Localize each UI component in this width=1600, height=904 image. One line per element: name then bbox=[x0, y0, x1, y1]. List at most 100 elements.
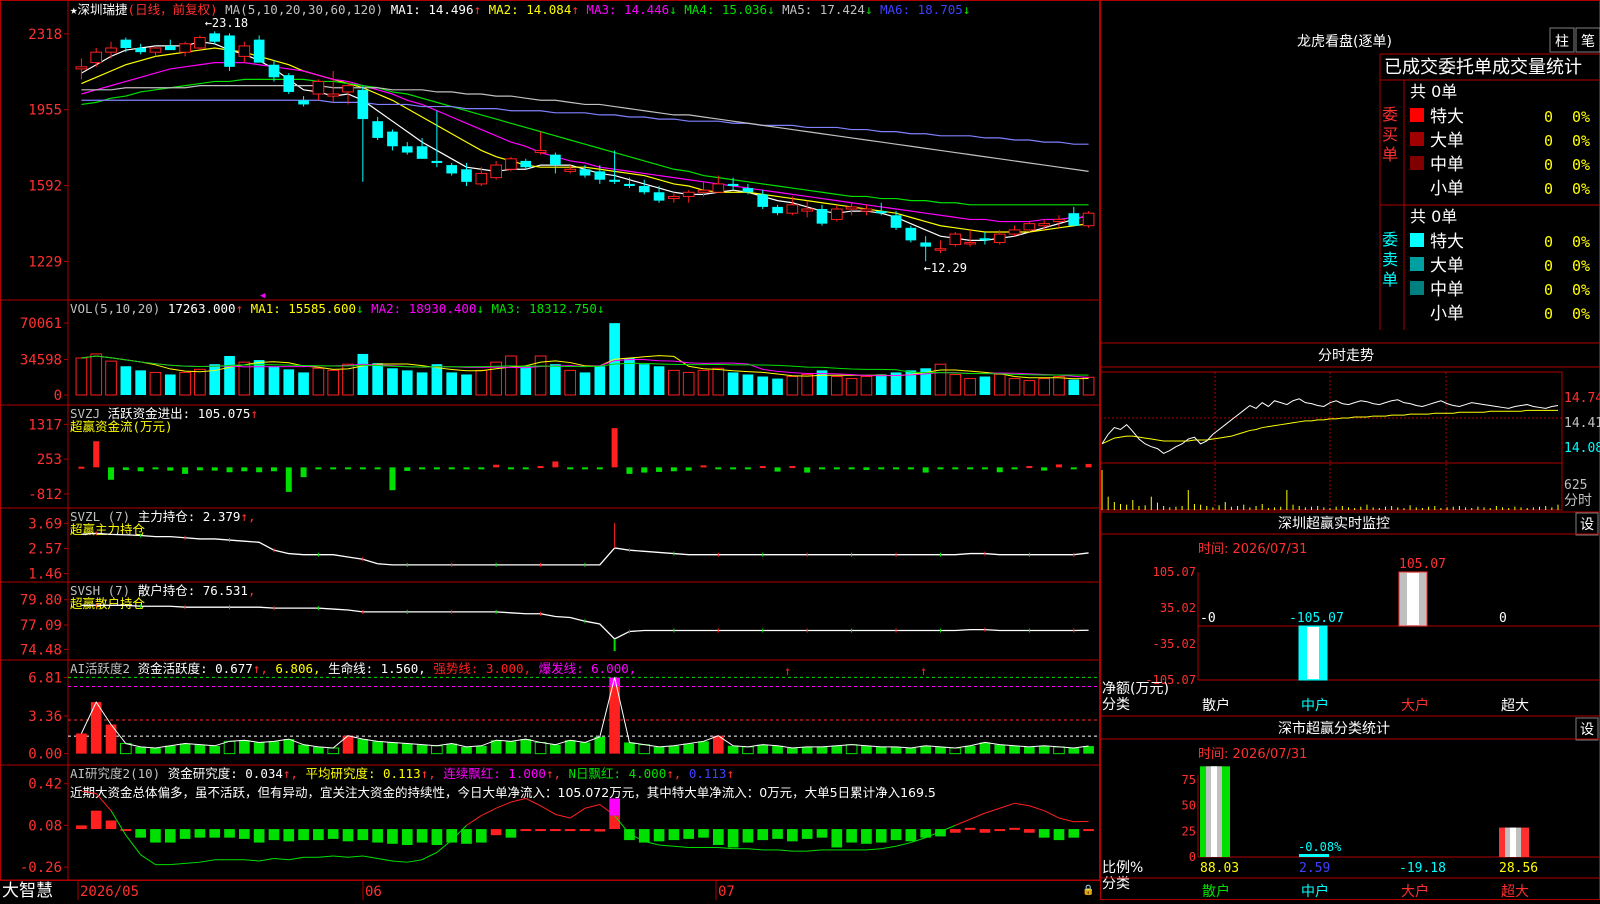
activity-bar bbox=[239, 740, 250, 753]
research-line bbox=[259, 859, 274, 861]
research-bar bbox=[491, 829, 502, 835]
candle-body bbox=[506, 159, 517, 169]
classify-ytick: 25 bbox=[1182, 824, 1196, 838]
indicator-arrow: ↓ bbox=[597, 301, 605, 316]
indicator-value: N日飘红: 4.000 bbox=[569, 766, 667, 781]
activity-bar bbox=[935, 747, 946, 754]
flow-bar bbox=[1086, 464, 1092, 467]
volume-bar bbox=[846, 379, 857, 395]
ma-line-4 bbox=[81, 79, 1088, 204]
activity-bar bbox=[802, 747, 813, 754]
indicator-arrow: ↑ bbox=[236, 301, 251, 316]
research-bar bbox=[387, 829, 398, 844]
flow-bar bbox=[404, 467, 410, 471]
y-tick-label: -0.26 bbox=[20, 860, 62, 876]
volume-bar bbox=[1024, 381, 1035, 395]
research-bar bbox=[506, 829, 517, 838]
bar-mode-label: 柱 bbox=[1555, 34, 1569, 50]
monitor-value: -105.07 bbox=[1289, 611, 1344, 626]
research-bar bbox=[609, 816, 620, 829]
candle-body bbox=[935, 249, 946, 251]
order-count: 0 bbox=[1544, 281, 1553, 299]
candle-body bbox=[950, 234, 961, 244]
order-type: 中单 bbox=[1430, 280, 1464, 300]
candle-body bbox=[891, 215, 902, 228]
flow-bar bbox=[508, 467, 514, 469]
research-line bbox=[274, 859, 289, 860]
activity-line bbox=[81, 677, 1088, 748]
activity-bar bbox=[461, 747, 472, 754]
intraday-avg-line bbox=[1102, 410, 1558, 444]
activity-bar bbox=[328, 748, 339, 754]
flow-bar bbox=[449, 467, 455, 469]
intraday-ytick: 14.74 bbox=[1564, 391, 1600, 406]
activity-bar bbox=[476, 746, 487, 754]
kline-panel[interactable]: ★深圳瑞捷(日线，前复权) MA(5,10,20,30,60,120) MA1:… bbox=[0, 0, 1100, 900]
indicator-arrow: ↑, bbox=[546, 766, 569, 781]
order-swatch bbox=[1410, 233, 1424, 247]
indicator-value: 17263.000 bbox=[168, 301, 236, 316]
research-bar bbox=[876, 829, 887, 842]
research-bar bbox=[594, 829, 605, 831]
order-swatch bbox=[1410, 257, 1424, 271]
activity-bar bbox=[639, 745, 650, 754]
candle-body bbox=[757, 194, 768, 207]
research-bar bbox=[1009, 828, 1020, 830]
research-bar bbox=[565, 829, 576, 831]
research-bar bbox=[1068, 829, 1079, 838]
activity-bar bbox=[906, 748, 917, 754]
activity-bar bbox=[1054, 747, 1065, 754]
flow-bar bbox=[612, 428, 618, 467]
research-bar bbox=[891, 829, 902, 840]
volume-bar bbox=[209, 364, 220, 395]
candle-body bbox=[165, 46, 176, 50]
flow-bar bbox=[152, 467, 158, 469]
volume-bar bbox=[994, 374, 1005, 395]
activity-bar bbox=[283, 739, 294, 754]
flow-bar bbox=[345, 467, 351, 469]
classify-yunit: 比例% bbox=[1102, 860, 1143, 876]
indicator-value: 6.806, bbox=[275, 661, 320, 676]
activity-bar bbox=[624, 742, 635, 753]
activity-bar bbox=[831, 746, 842, 754]
activity-bar bbox=[683, 744, 694, 754]
flow-bar bbox=[641, 467, 647, 472]
flow-bar bbox=[360, 467, 366, 469]
monitor-bar-highlight bbox=[1407, 573, 1419, 625]
activity-bar bbox=[669, 746, 680, 754]
candle-body bbox=[135, 48, 146, 52]
y-tick-label: 70061 bbox=[20, 316, 62, 332]
kline-chart[interactable]: ★深圳瑞捷(日线，前复权) MA(5,10,20,30,60,120) MA1:… bbox=[0, 0, 1100, 900]
activity-bar bbox=[861, 746, 872, 754]
research-line bbox=[1059, 818, 1074, 822]
ma-arrow: ↓ bbox=[767, 2, 782, 17]
flow-bar bbox=[212, 467, 218, 470]
volume-bar bbox=[476, 370, 487, 395]
research-line bbox=[363, 856, 378, 858]
research-line bbox=[333, 856, 348, 857]
y-tick-label: 74.48 bbox=[20, 642, 62, 658]
header-text: 深圳瑞捷 bbox=[78, 2, 129, 17]
activity-bar bbox=[994, 745, 1005, 754]
order-count: 0 bbox=[1544, 305, 1553, 323]
side-charts: 龙虎看盘(逐单)柱笔已成交委托单成交量统计委买单共 0单特大00%大单00%中单… bbox=[1100, 0, 1600, 900]
activity-bar bbox=[254, 742, 265, 753]
x-tick-label: 2026/05 bbox=[80, 884, 139, 900]
classify-extra: -0.08% bbox=[1298, 840, 1342, 854]
flow-bar bbox=[745, 467, 751, 469]
header-text: MA(5,10,20,30,60,120) bbox=[218, 2, 391, 17]
candle-body bbox=[831, 209, 842, 219]
candle-body bbox=[876, 211, 887, 213]
flow-bar bbox=[256, 467, 262, 472]
research-bar bbox=[76, 825, 87, 829]
order-type: 小单 bbox=[1430, 304, 1464, 324]
classify-value: -19.18 bbox=[1399, 861, 1446, 876]
candle-body bbox=[195, 38, 206, 48]
candle-body bbox=[269, 65, 280, 78]
candle-body bbox=[609, 180, 620, 182]
activity-bar bbox=[357, 739, 368, 754]
research-bar bbox=[757, 829, 768, 840]
candle-body bbox=[313, 81, 324, 94]
monitor-ytick: -35.02 bbox=[1153, 637, 1196, 651]
flow-bar bbox=[908, 467, 914, 469]
